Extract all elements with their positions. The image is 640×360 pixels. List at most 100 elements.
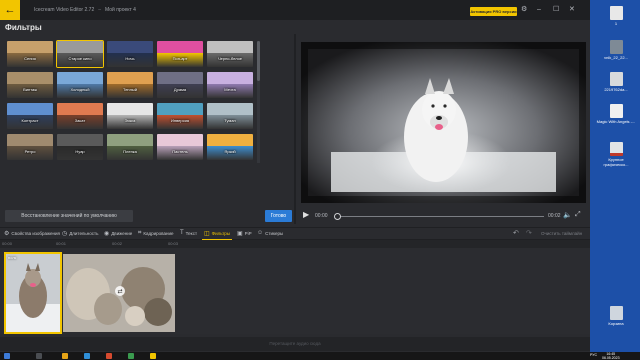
filter-thumbnail[interactable]: Пастель (157, 134, 203, 160)
start-icon[interactable] (4, 353, 10, 359)
filter-thumbnail[interactable]: Инверсия (157, 103, 203, 129)
desktop-icon-label: 1 (614, 21, 618, 26)
text-icon: T (180, 230, 184, 236)
filter-label: Холодный (70, 87, 90, 92)
desktop-icon-recycle-bin[interactable]: Корзина (596, 306, 636, 326)
volume-icon[interactable]: 🔈 (563, 211, 572, 219)
filter-thumbnail[interactable]: Поп-арт (157, 41, 203, 67)
timeline-ruler[interactable]: 00:00 00:01 00:02 00:03 (0, 240, 590, 248)
seek-bar[interactable] (336, 216, 544, 217)
tool-stickers[interactable]: ☺ Стикеры (257, 230, 283, 236)
app-icon[interactable] (128, 353, 134, 359)
desktop-icon[interactable]: 1 (596, 6, 636, 26)
maximize-icon[interactable]: ☐ (553, 6, 559, 14)
tool-filters[interactable]: ◫ Фильтры (204, 230, 230, 237)
browser-icon[interactable] (84, 353, 90, 359)
filter-thumbnail[interactable]: Пленка (107, 134, 153, 160)
app-title: Icecream Video Editor 2.72 (34, 7, 95, 13)
filter-thumbnail[interactable]: Ретро (7, 134, 53, 160)
tool-label: Текст (185, 230, 198, 236)
tool-text[interactable]: T Текст (180, 230, 197, 236)
filter-label: Винтаж (23, 87, 37, 92)
filter-thumbnail[interactable]: Ночь (107, 41, 153, 67)
desktop-icon-label: vnlk_22_22... (604, 55, 628, 60)
filter-thumbnail[interactable]: Эскиз (107, 103, 153, 129)
explorer-icon[interactable] (62, 353, 68, 359)
filter-preview-sky (57, 41, 103, 53)
filter-label: Драма (173, 87, 187, 92)
timeline-clip-selected[interactable]: волк (4, 252, 62, 334)
filter-thumbnail[interactable]: Туман (207, 103, 253, 129)
fullscreen-icon[interactable]: ⤢ (575, 211, 581, 219)
minimize-icon[interactable]: – (537, 6, 541, 14)
project-name: Мой проект 4 (105, 7, 136, 13)
tool-pip[interactable]: ▣ PiP (237, 230, 252, 237)
tool-label: Длительность (69, 231, 99, 236)
transition-icon[interactable]: ⇄ (115, 286, 125, 296)
done-button[interactable]: Готово (265, 210, 292, 222)
filter-preview-sky (157, 72, 203, 84)
scrollbar-thumb[interactable] (257, 41, 260, 81)
filter-thumbnail[interactable]: Контраст (7, 103, 53, 129)
seek-handle[interactable] (334, 213, 341, 220)
tool-label: Свойства изображения (11, 231, 60, 236)
desktop-icon[interactable]: vnlk_22_22... (596, 40, 636, 60)
audio-drop-zone[interactable]: Перетащите аудио сюда (0, 337, 590, 351)
desktop-icon-label: Корзина (608, 321, 624, 326)
filter-preview-sky (107, 41, 153, 53)
motion-icon: ◉ (104, 231, 110, 237)
redo-icon[interactable]: ↷ (526, 229, 532, 237)
search-icon[interactable] (36, 353, 42, 359)
tool-motion[interactable]: ◉ Движение (104, 230, 132, 237)
filter-preview-sky (157, 103, 203, 115)
language-indicator[interactable]: РУС (590, 353, 597, 357)
document-icon (609, 104, 623, 118)
filter-thumbnail[interactable]: Старое кино (56, 40, 104, 68)
reset-defaults-button[interactable]: Восстановление значений по умолчанию (5, 210, 133, 222)
filter-preview-sky (107, 72, 153, 84)
filter-label: Закат (74, 118, 86, 123)
filters-scrollbar[interactable] (257, 41, 260, 163)
filter-thumbnail[interactable]: Мечта (207, 72, 253, 98)
total-time: 00:02 (548, 213, 561, 219)
file-icon (609, 6, 623, 20)
back-button[interactable]: ← (0, 0, 20, 20)
tool-image-properties[interactable]: ⚙ Свойства изображения (4, 230, 60, 237)
video-editor-taskbar-icon[interactable] (150, 353, 156, 359)
close-icon[interactable]: ✕ (569, 6, 575, 14)
tool-duration[interactable]: ◷ Длительность (62, 230, 98, 237)
desktop-icon[interactable]: 2219762da... (596, 72, 636, 92)
desktop-icon-label: Крупное графическо... (603, 157, 629, 167)
filter-preview-sky (157, 41, 203, 53)
desktop-icon[interactable]: Крупное графическо... (596, 142, 636, 167)
filter-thumbnail[interactable]: Винтаж (7, 72, 53, 98)
tool-label: Стикеры (265, 230, 284, 236)
panel-divider[interactable] (294, 34, 296, 224)
filter-thumbnail[interactable]: Сепия (7, 41, 53, 67)
app-icon[interactable] (106, 353, 112, 359)
play-icon[interactable]: ▶ (303, 210, 309, 219)
filter-label: Старое кино (68, 56, 92, 61)
tool-crop[interactable]: ⌗ Кадрирование (138, 230, 174, 237)
filter-thumbnail[interactable]: Нуар (57, 134, 103, 160)
document-icon (609, 142, 623, 156)
filter-thumbnail[interactable]: Яркий (207, 134, 253, 160)
filter-thumbnail[interactable]: Холодный (57, 72, 103, 98)
clear-timeline-button[interactable]: Очистить таймлайн (541, 231, 582, 236)
timeline-clip[interactable]: ⇄ (63, 254, 175, 332)
filter-label: Поп-арт (172, 56, 188, 61)
filter-preview-sky (57, 103, 103, 115)
filter-thumbnail[interactable]: Драма (157, 72, 203, 98)
gear-icon[interactable]: ⚙ (521, 6, 527, 14)
desktop-icon[interactable]: Magic With Angels -... (596, 104, 636, 124)
undo-icon[interactable]: ↶ (513, 229, 519, 237)
filter-label: Мечта (224, 87, 236, 92)
filter-thumbnail[interactable]: Черно-белое (207, 41, 253, 67)
page-title: Фильтры (5, 23, 42, 32)
filter-thumbnail[interactable]: Теплый (107, 72, 153, 98)
filter-thumbnail[interactable]: Закат (57, 103, 103, 129)
pro-activation-button[interactable]: Активация PRO версии (470, 7, 517, 16)
tool-label: PiP (244, 231, 252, 236)
desktop-icon-label: Magic With Angels -... (596, 119, 636, 124)
taskbar-clock[interactable]: 16:45 06.05.2023 (602, 352, 620, 360)
